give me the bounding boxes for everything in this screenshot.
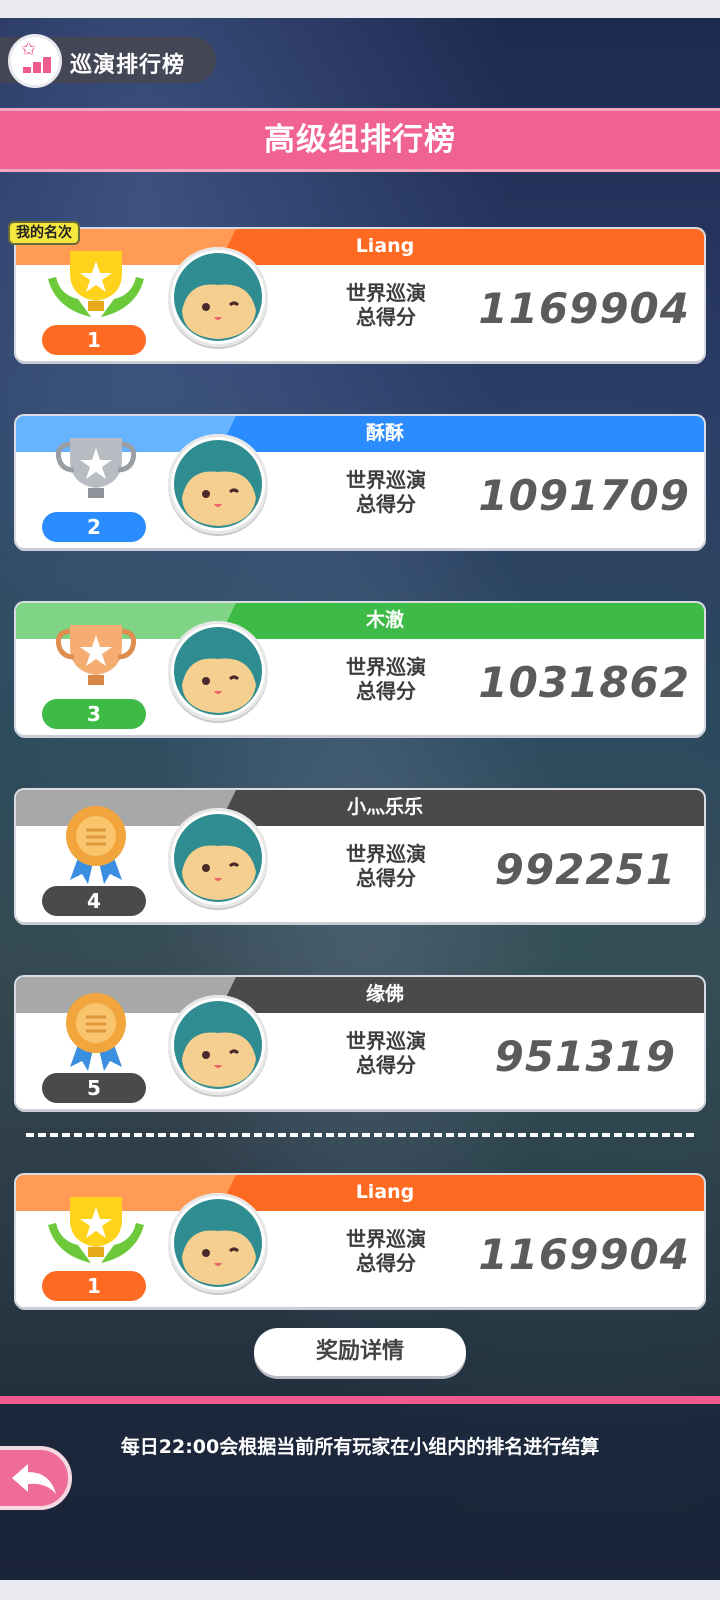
score-label: 世界巡演 总得分 [346, 1227, 426, 1275]
my-rank-card: Liang 1 世界巡演 总得分 1169904 [16, 1175, 704, 1307]
silver-trophy-icon [36, 426, 156, 520]
gold-trophy-icon [36, 1185, 156, 1279]
dashed-divider [26, 1133, 694, 1137]
rank-card-3: 木澈 3 世界巡演 总得分 1031862 [16, 603, 704, 735]
ranking-chart-icon: ✩ [8, 34, 62, 88]
settlement-note: 每日22:00会根据当前所有玩家在小组内的排名进行结算 [120, 1436, 600, 1458]
footer-band [0, 1396, 720, 1580]
total-score: 1169904 [478, 284, 690, 333]
score-label: 世界巡演 总得分 [346, 655, 426, 703]
avatar [168, 995, 268, 1095]
score-label: 世界巡演 总得分 [346, 1029, 426, 1077]
score-label: 世界巡演 总得分 [346, 281, 426, 329]
bronze-trophy-icon [36, 613, 156, 707]
rank-number: 1 [42, 325, 146, 355]
rank-card-2: 酥酥 2 世界巡演 总得分 1091709 [16, 416, 704, 548]
player-name: 酥酥 [365, 422, 404, 444]
avatar [168, 247, 268, 347]
rank-number: 4 [42, 886, 146, 916]
total-score: 992251 [494, 845, 676, 894]
total-score: 1169904 [478, 1230, 690, 1279]
medal-icon [36, 987, 156, 1081]
tour-ranking-label: 巡演排行榜 [70, 53, 186, 78]
player-name: 缘佛 [365, 983, 404, 1005]
bottom-strip [0, 1580, 720, 1600]
total-score: 1031862 [478, 658, 690, 707]
rank-card-4: 小灬乐乐 4 世界巡演 总得分 992251 [16, 790, 704, 922]
player-name: Liang [355, 1181, 415, 1203]
reward-details-button[interactable]: 奖励详情 [254, 1328, 466, 1376]
score-label: 世界巡演 总得分 [346, 468, 426, 516]
my-rank-badge: 我的名次 [8, 221, 80, 245]
page-title: 高级组排行榜 [0, 108, 720, 172]
total-score: 1091709 [478, 471, 690, 520]
player-name: Liang [355, 235, 415, 257]
back-button[interactable] [0, 1446, 72, 1510]
rank-card-1: Liang 1 世界巡演 总得分 1169904 我的名次 [8, 221, 704, 361]
player-name: 木澈 [365, 609, 404, 631]
avatar [168, 434, 268, 534]
rank-number: 2 [42, 512, 146, 542]
rank-number: 5 [42, 1073, 146, 1103]
back-arrow-icon [12, 1464, 56, 1494]
player-name: 小灬乐乐 [346, 796, 423, 818]
medal-icon [36, 800, 156, 894]
avatar [168, 1193, 268, 1293]
rank-number: 3 [42, 699, 146, 729]
total-score: 951319 [494, 1032, 676, 1081]
rank-card-5: 缘佛 5 世界巡演 总得分 951319 [16, 977, 704, 1109]
score-label: 世界巡演 总得分 [346, 842, 426, 890]
gold-trophy-icon [36, 239, 156, 333]
avatar [168, 808, 268, 908]
avatar [168, 621, 268, 721]
rank-number: 1 [42, 1271, 146, 1301]
